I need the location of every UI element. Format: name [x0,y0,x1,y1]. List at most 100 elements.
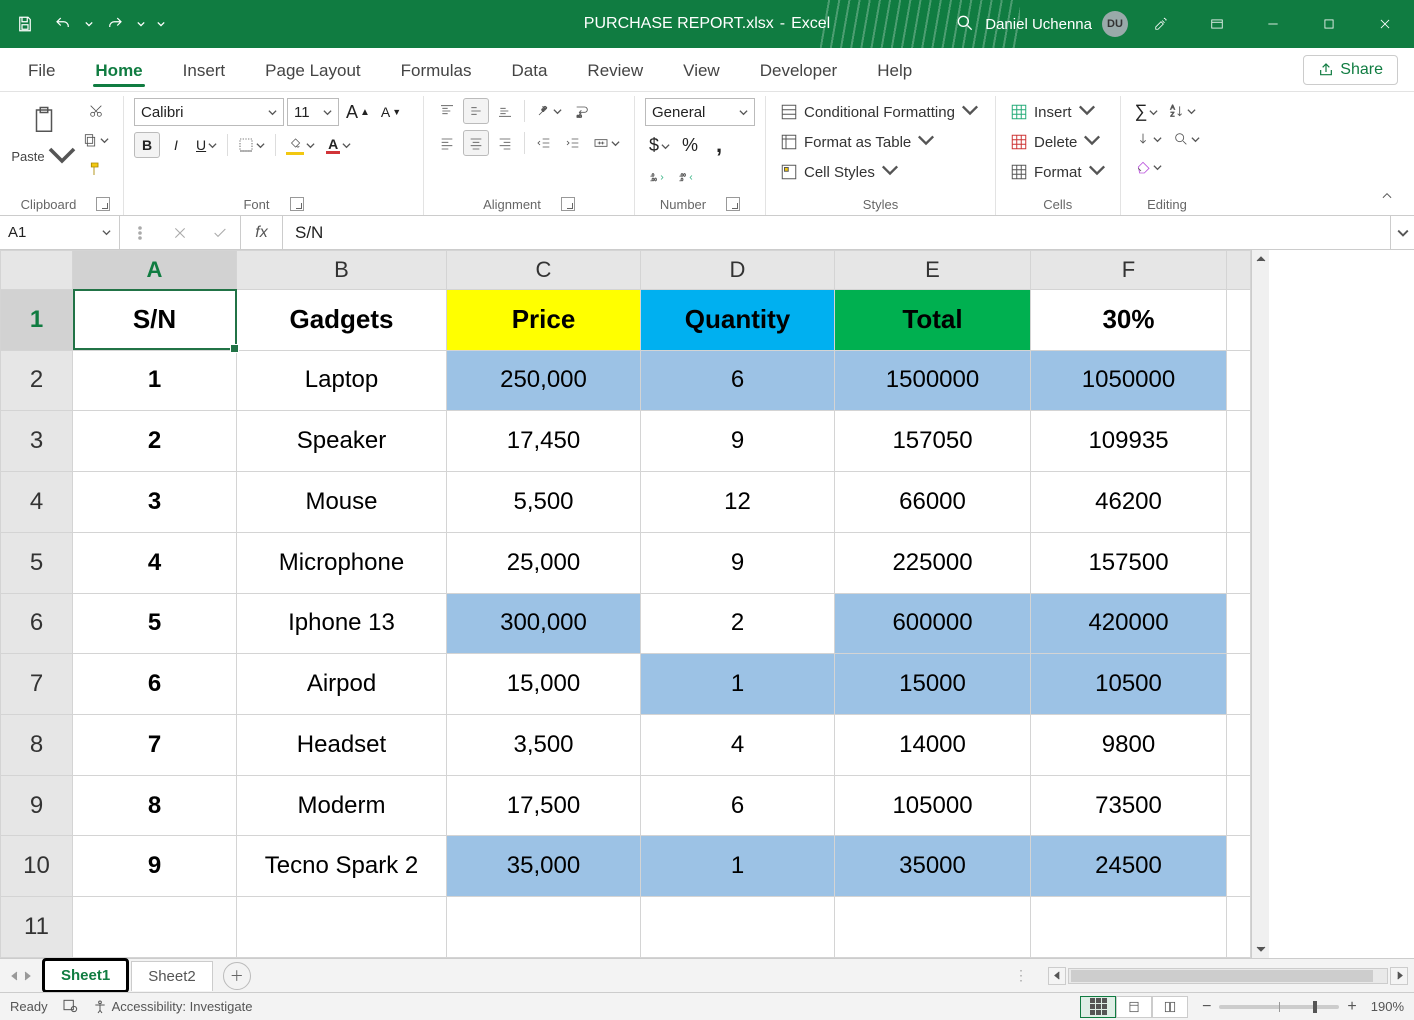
cell-F6[interactable]: 420000 [1031,593,1227,654]
tab-file[interactable]: File [8,51,75,91]
vertical-scrollbar[interactable] [1251,250,1269,958]
cell-blank-1[interactable] [1227,289,1251,350]
cell-E2[interactable]: 1500000 [835,350,1031,411]
bold-button[interactable]: B [134,132,160,158]
enter-formula-button[interactable] [200,225,240,241]
undo-button[interactable] [46,7,80,41]
normal-view-button[interactable] [1080,996,1116,1018]
cell-F3[interactable]: 109935 [1031,411,1227,472]
sort-filter-button[interactable]: AZ [1165,98,1200,124]
tab-help[interactable]: Help [857,51,932,91]
cell-C2[interactable]: 250,000 [447,350,641,411]
cut-button[interactable] [78,98,113,124]
decrease-decimal-button[interactable]: .00.0 [674,164,700,190]
align-left-button[interactable] [434,130,460,156]
cell-C6[interactable]: 300,000 [447,593,641,654]
scroll-left-icon[interactable] [1048,967,1066,985]
cell-D2[interactable]: 6 [641,350,835,411]
align-center-button[interactable] [463,130,489,156]
cell-D3[interactable]: 9 [641,411,835,472]
number-format-combo[interactable]: General [645,98,755,126]
cell-F10[interactable]: 24500 [1031,836,1227,897]
scroll-up-icon[interactable] [1252,250,1269,268]
cell-B2[interactable]: Laptop [237,350,447,411]
col-header-D[interactable]: D [641,251,835,290]
row-header-6[interactable]: 6 [1,593,73,654]
cell-A11[interactable] [73,897,237,958]
save-button[interactable] [8,7,42,41]
cell-D5[interactable]: 9 [641,532,835,593]
cell-A10[interactable]: 9 [73,836,237,897]
font-dialog-launcher[interactable] [290,197,304,211]
page-layout-view-button[interactable] [1116,996,1152,1018]
col-header-E[interactable]: E [835,251,1031,290]
row-header-11[interactable]: 11 [1,897,73,958]
cell-B10[interactable]: Tecno Spark 2 [237,836,447,897]
collapse-ribbon-button[interactable] [1374,183,1400,209]
number-dialog-launcher[interactable] [726,197,740,211]
redo-dropdown[interactable] [136,20,146,28]
cell-blank-11[interactable] [1227,897,1251,958]
increase-decimal-button[interactable]: .0.00 [645,164,671,190]
qat-customize[interactable] [156,20,166,28]
cell-B9[interactable]: Moderm [237,775,447,836]
macro-record-icon[interactable] [62,997,78,1016]
row-header-5[interactable]: 5 [1,532,73,593]
format-as-table-button[interactable]: Format as Table [776,128,939,156]
name-box[interactable]: A1 [0,216,120,249]
cell-E8[interactable]: 14000 [835,715,1031,776]
fill-button[interactable] [1131,126,1166,152]
minimize-button[interactable] [1250,7,1296,41]
cell-E7[interactable]: 15000 [835,654,1031,715]
cell-B6[interactable]: Iphone 13 [237,593,447,654]
cell-C3[interactable]: 17,450 [447,411,641,472]
formula-input[interactable]: S/N [283,216,1390,249]
cell-F5[interactable]: 157500 [1031,532,1227,593]
row-header-4[interactable]: 4 [1,472,73,533]
italic-button[interactable]: I [163,132,189,158]
conditional-formatting-button[interactable]: Conditional Formatting [776,98,983,126]
zoom-out-button[interactable]: − [1202,998,1211,1016]
font-name-combo[interactable]: Calibri [134,98,284,126]
cell-B7[interactable]: Airpod [237,654,447,715]
cell-D7[interactable]: 1 [641,654,835,715]
cell-B4[interactable]: Mouse [237,472,447,533]
align-middle-button[interactable] [463,98,489,124]
row-header-7[interactable]: 7 [1,654,73,715]
autosum-button[interactable]: ∑ [1131,98,1163,124]
new-sheet-button[interactable]: ＋ [223,962,251,990]
zoom-slider[interactable]: − + [1202,998,1357,1016]
user-avatar[interactable]: DU [1102,11,1128,37]
cell-blank-5[interactable] [1227,532,1251,593]
tab-data[interactable]: Data [492,51,568,91]
cell-F1[interactable]: 30% [1031,289,1227,350]
row-header-9[interactable]: 9 [1,775,73,836]
cell-B3[interactable]: Speaker [237,411,447,472]
cell-D1[interactable]: Quantity [641,289,835,350]
maximize-button[interactable] [1306,7,1352,41]
tab-review[interactable]: Review [567,51,663,91]
cell-D10[interactable]: 1 [641,836,835,897]
cell-C7[interactable]: 15,000 [447,654,641,715]
percent-button[interactable]: % [677,132,703,158]
underline-button[interactable]: U [192,132,221,158]
tab-developer[interactable]: Developer [740,51,858,91]
cell-F2[interactable]: 1050000 [1031,350,1227,411]
cell-E3[interactable]: 157050 [835,411,1031,472]
cell-D6[interactable]: 2 [641,593,835,654]
cell-blank-3[interactable] [1227,411,1251,472]
clipboard-dialog-launcher[interactable] [96,197,110,211]
cell-blank-4[interactable] [1227,472,1251,533]
zoom-in-button[interactable]: + [1347,998,1356,1016]
fx-label[interactable]: fx [241,216,283,249]
cell-C10[interactable]: 35,000 [447,836,641,897]
paste-button[interactable]: Paste [18,98,70,173]
cell-styles-button[interactable]: Cell Styles [776,158,903,186]
cell-blank-9[interactable] [1227,775,1251,836]
col-header-blank[interactable] [1227,251,1251,290]
tab-view[interactable]: View [663,51,740,91]
dropdown-history-icon[interactable] [120,225,160,241]
cell-A8[interactable]: 7 [73,715,237,776]
insert-cells-button[interactable]: Insert [1006,98,1100,126]
cell-F7[interactable]: 10500 [1031,654,1227,715]
